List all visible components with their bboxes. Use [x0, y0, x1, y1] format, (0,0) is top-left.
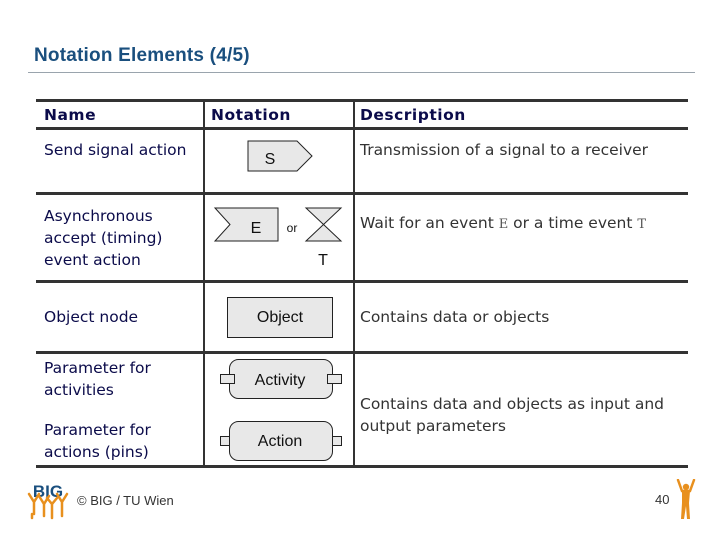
- action-pin-left: [220, 436, 230, 446]
- row-name-activity-param: Parameter for activities: [44, 359, 151, 399]
- table-bottom-rule: [36, 465, 688, 468]
- accept-event-label: E: [251, 220, 262, 237]
- time-event-label: T: [318, 252, 328, 269]
- row-name-object-node: Object node: [44, 308, 139, 326]
- header-description: Description: [360, 106, 466, 124]
- row-name-accept-event: Asynchronous accept (timing) event actio…: [44, 207, 163, 269]
- table-row-rule: [36, 192, 688, 195]
- row-name-action-pins: Parameter for actions (pins): [44, 421, 151, 461]
- send-signal-label: S: [265, 151, 276, 168]
- object-node-shape: Object: [227, 297, 333, 338]
- table-row-rule: [36, 280, 688, 283]
- header-name: Name: [44, 106, 97, 124]
- activity-param-left: [220, 374, 235, 384]
- table-top-rule: [36, 99, 688, 102]
- row-name-send-signal: Send signal action: [44, 141, 187, 159]
- row-desc-send-signal: Transmission of a signal to a receiver: [360, 141, 649, 159]
- hourglass-icon: [304, 207, 343, 242]
- action-label: Action: [258, 433, 302, 450]
- accept-event-shape: [213, 207, 279, 242]
- or-label: or: [287, 221, 298, 235]
- parameter-shapes: Activity Action: [220, 359, 342, 461]
- activity-param-right: [327, 374, 342, 384]
- activity-label: Activity: [255, 372, 306, 389]
- copyright-text: © BIG / TU Wien: [77, 493, 174, 508]
- slide-title: Notation Elements (4/5): [34, 45, 250, 66]
- object-node-label: Object: [257, 309, 304, 326]
- row-desc-parameters: Contains data and objects as input and o…: [360, 395, 664, 435]
- action-pin-right: [332, 436, 342, 446]
- title-divider: [28, 72, 695, 73]
- row-desc-object-node: Contains data or objects: [360, 308, 550, 326]
- header-notation: Notation: [211, 106, 291, 124]
- page-number: 40: [655, 492, 670, 507]
- row-desc-accept-event: Wait for an event E or a time event T: [360, 214, 647, 232]
- column-divider: [353, 100, 355, 466]
- send-signal-shape: S: [247, 140, 313, 172]
- table-header-rule: [36, 127, 688, 130]
- big-logo: BIG: [27, 482, 69, 520]
- table-row-rule: [36, 351, 688, 354]
- accept-event-shapes: E or T: [213, 207, 343, 269]
- jumping-person-icon: [676, 479, 696, 519]
